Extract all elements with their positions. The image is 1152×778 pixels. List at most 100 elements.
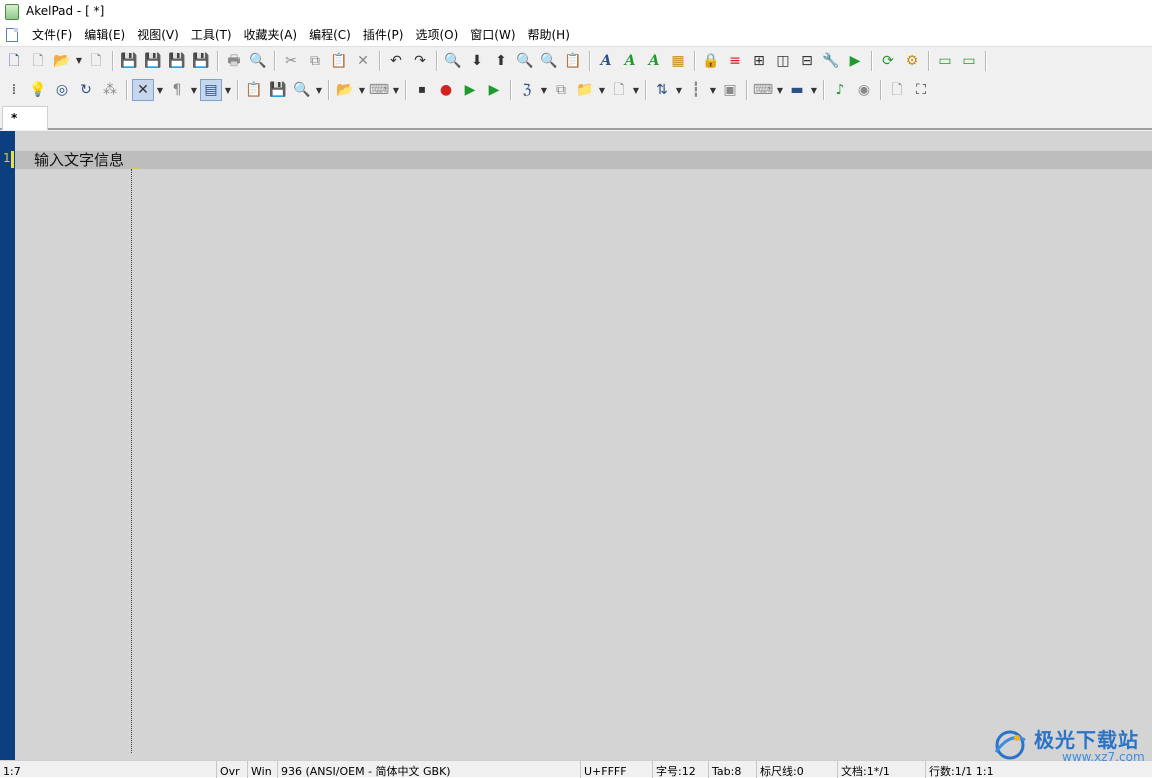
new-document-dropdown-arrow-icon[interactable]: ▼ — [631, 79, 641, 101]
menu-tools[interactable]: 工具(T) — [185, 25, 238, 45]
explorer-dropdown-arrow-icon[interactable]: ▼ — [357, 79, 367, 101]
print-preview-icon[interactable]: 🔍 — [247, 50, 269, 72]
scroll-bar-icon[interactable]: ┇ — [685, 79, 707, 101]
preview-dropdown-arrow-icon[interactable]: ▼ — [314, 79, 324, 101]
scroll-dropdown-arrow-icon[interactable]: ▼ — [708, 79, 718, 101]
special-chars-dropdown-arrow-icon[interactable]: ▼ — [775, 79, 785, 101]
menu-file[interactable]: 文件(F) — [26, 25, 78, 45]
save-icon[interactable]: 💾 — [118, 50, 140, 72]
keyboard-dropdown-arrow-icon[interactable]: ▼ — [391, 79, 401, 101]
menu-favorites[interactable]: 收藏夹(A) — [238, 25, 304, 45]
font-color-icon[interactable]: A — [619, 50, 641, 72]
find-next-icon[interactable]: ⬇ — [466, 50, 488, 72]
find-previous-icon[interactable]: ⬆ — [490, 50, 512, 72]
scripts-dropdown-arrow-icon[interactable]: ▼ — [539, 79, 549, 101]
menu-options[interactable]: 选项(O) — [409, 25, 464, 45]
background-color-icon[interactable]: A — [643, 50, 665, 72]
menu-view[interactable]: 视图(V) — [131, 25, 185, 45]
scripts-icon[interactable]: ℨ — [516, 79, 538, 101]
save-as-icon[interactable]: 💾 — [142, 50, 164, 72]
menu-window[interactable]: 窗口(W) — [464, 25, 521, 45]
tip-bulb-icon[interactable]: 💡 — [27, 79, 49, 101]
speech-icon[interactable]: ◉ — [853, 79, 875, 101]
autocomplete-icon[interactable]: ↻ — [75, 79, 97, 101]
tray-dropdown-arrow-icon[interactable]: ▼ — [809, 79, 819, 101]
font-icon[interactable]: A — [595, 50, 617, 72]
reopen-icon[interactable]: 🗋 — [85, 50, 107, 72]
new-window-icon[interactable]: 🗋 — [27, 50, 49, 72]
undo-icon[interactable]: ↶ — [385, 50, 407, 72]
clipboard-icon[interactable]: 📋 — [562, 50, 584, 72]
new-file-icon[interactable]: 🗋 — [3, 50, 25, 72]
save-session-icon[interactable]: 💾 — [190, 50, 212, 72]
save-all-icon[interactable]: 💾 — [166, 50, 188, 72]
sessions-icon[interactable]: ⧉ — [550, 79, 572, 101]
highlight-icon[interactable]: ◎ — [51, 79, 73, 101]
new-document-icon[interactable]: 🗋 — [608, 79, 630, 101]
show-pilcrow-icon[interactable]: ¶ — [166, 79, 188, 101]
replace-icon[interactable]: 🔍 — [514, 50, 536, 72]
menu-edit[interactable]: 编辑(E) — [78, 25, 131, 45]
fullscreen-icon[interactable]: ⛶ — [910, 79, 932, 101]
wrap-mode-dropdown-arrow-icon[interactable]: ▼ — [155, 79, 165, 101]
view-mode-button[interactable]: ▤ — [200, 79, 222, 101]
split-vertical-icon[interactable]: ◫ — [772, 50, 794, 72]
special-chars-icon[interactable]: ⌨ — [752, 79, 774, 101]
plugins-gear-icon[interactable]: ⚙ — [901, 50, 923, 72]
goto-line-icon[interactable]: 🔍 — [538, 50, 560, 72]
symbols-icon[interactable]: ⁂ — [99, 79, 121, 101]
find-icon[interactable]: 🔍 — [442, 50, 464, 72]
menu-plugins[interactable]: 插件(P) — [357, 25, 410, 45]
macro-play-repeat-icon[interactable]: ▶ — [483, 79, 505, 101]
word-wrap-icon[interactable]: ≡ — [724, 50, 746, 72]
sort-dropdown-arrow-icon[interactable]: ▼ — [674, 79, 684, 101]
lock-icon[interactable]: 🔒 — [700, 50, 722, 72]
clipboard-list-icon[interactable]: 📋 — [243, 79, 265, 101]
menu-coding[interactable]: 编程(C) — [303, 25, 357, 45]
preview-icon[interactable]: 🔍 — [291, 79, 313, 101]
macro-stop-icon[interactable]: ⏹ — [411, 79, 433, 101]
wrap-mode-button[interactable]: ✕ — [132, 79, 154, 101]
toolbar-separator — [645, 80, 646, 100]
delete-icon[interactable]: ✕ — [352, 50, 374, 72]
print-icon[interactable]: 🖶 — [223, 50, 245, 72]
color-palette-icon[interactable]: ▦ — [667, 50, 689, 72]
view-mode-dropdown-arrow-icon[interactable]: ▼ — [223, 79, 233, 101]
code-fold-icon[interactable]: ⁞ — [3, 79, 25, 101]
split-window-icon[interactable]: ⊞ — [748, 50, 770, 72]
paste-icon[interactable]: 📋 — [328, 50, 350, 72]
document-tab[interactable]: * — [2, 106, 48, 130]
menu-help[interactable]: 帮助(H) — [522, 25, 576, 45]
sort-icon[interactable]: ⇅ — [651, 79, 673, 101]
status-newline[interactable]: Win — [247, 761, 277, 778]
explorer-icon[interactable]: 📂 — [334, 79, 356, 101]
open-file-icon[interactable]: 📂 — [51, 50, 73, 72]
title-bar[interactable]: AkelPad - [ *] — [0, 0, 1152, 24]
open-dropdown-arrow-icon[interactable]: ▼ — [74, 50, 84, 72]
blank-page-icon[interactable]: 🗋 — [886, 79, 908, 101]
settings-wrench-icon[interactable]: 🔧 — [820, 50, 842, 72]
format-icon[interactable]: ▣ — [719, 79, 741, 101]
copy-icon[interactable]: ⧉ — [304, 50, 326, 72]
macro-record-icon[interactable]: ● — [435, 79, 457, 101]
redo-icon[interactable]: ↷ — [409, 50, 431, 72]
status-insert-mode[interactable]: Ovr — [216, 761, 247, 778]
sound-icon[interactable]: ♪ — [829, 79, 851, 101]
run-icon[interactable]: ▶ — [844, 50, 866, 72]
minimize-to-tray-icon[interactable]: ▬ — [786, 79, 808, 101]
templates-dropdown-arrow-icon[interactable]: ▼ — [597, 79, 607, 101]
editor-line[interactable]: 输入文字信息 — [34, 151, 124, 169]
macro-play-icon[interactable]: ▶ — [459, 79, 481, 101]
keyboard-icon[interactable]: ⌨ — [368, 79, 390, 101]
templates-icon[interactable]: 📁 — [574, 79, 596, 101]
mdi-window-icon[interactable]: ▭ — [934, 50, 956, 72]
refresh-document-icon[interactable]: ⟳ — [877, 50, 899, 72]
editor-area[interactable]: 1 输入文字信息 — [0, 131, 1152, 760]
save-copy-icon[interactable]: 💾 — [267, 79, 289, 101]
pilcrow-dropdown-arrow-icon[interactable]: ▼ — [189, 79, 199, 101]
document-icon[interactable] — [6, 28, 18, 42]
split-horizontal-icon[interactable]: ⊟ — [796, 50, 818, 72]
status-codepage[interactable]: 936 (ANSI/OEM - 简体中文 GBK) — [277, 761, 580, 778]
mdi-tabs-icon[interactable]: ▭ — [958, 50, 980, 72]
cut-icon[interactable]: ✂ — [280, 50, 302, 72]
